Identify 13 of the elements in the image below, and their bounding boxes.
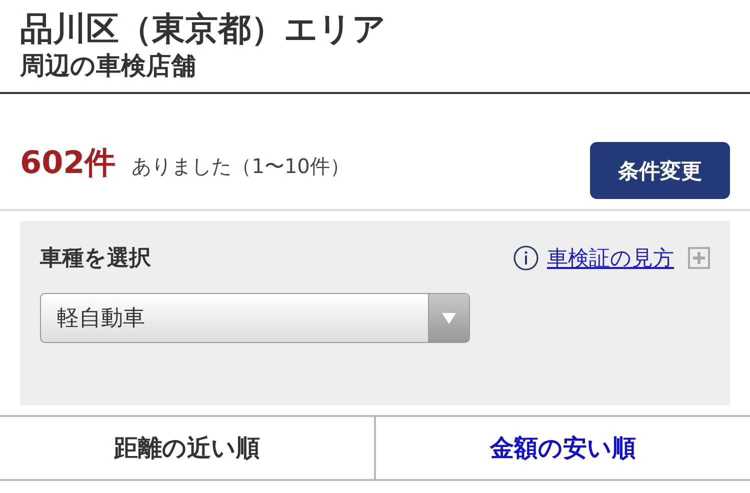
result-text: ありました（1〜10件） [132,153,350,180]
vehicle-type-select[interactable]: 軽自動車 [40,293,470,343]
sort-tab[interactable]: 距離の近い順 [0,417,374,479]
result-count: 602件 [20,144,116,183]
vehicle-type-label: 車種を選択 [40,245,151,273]
page-subtitle: 周辺の車検店舗 [20,50,197,82]
dropdown-arrow-icon [442,312,456,324]
change-conditions-button[interactable]: 条件変更 [590,142,730,199]
page-title: 品川区（東京都）エリア [20,8,387,50]
sort-tab[interactable]: 金額の安い順 [374,417,750,479]
expand-icon[interactable] [688,247,710,269]
info-icon [513,245,539,271]
help-link[interactable]: 車検証の見方 [547,244,674,272]
